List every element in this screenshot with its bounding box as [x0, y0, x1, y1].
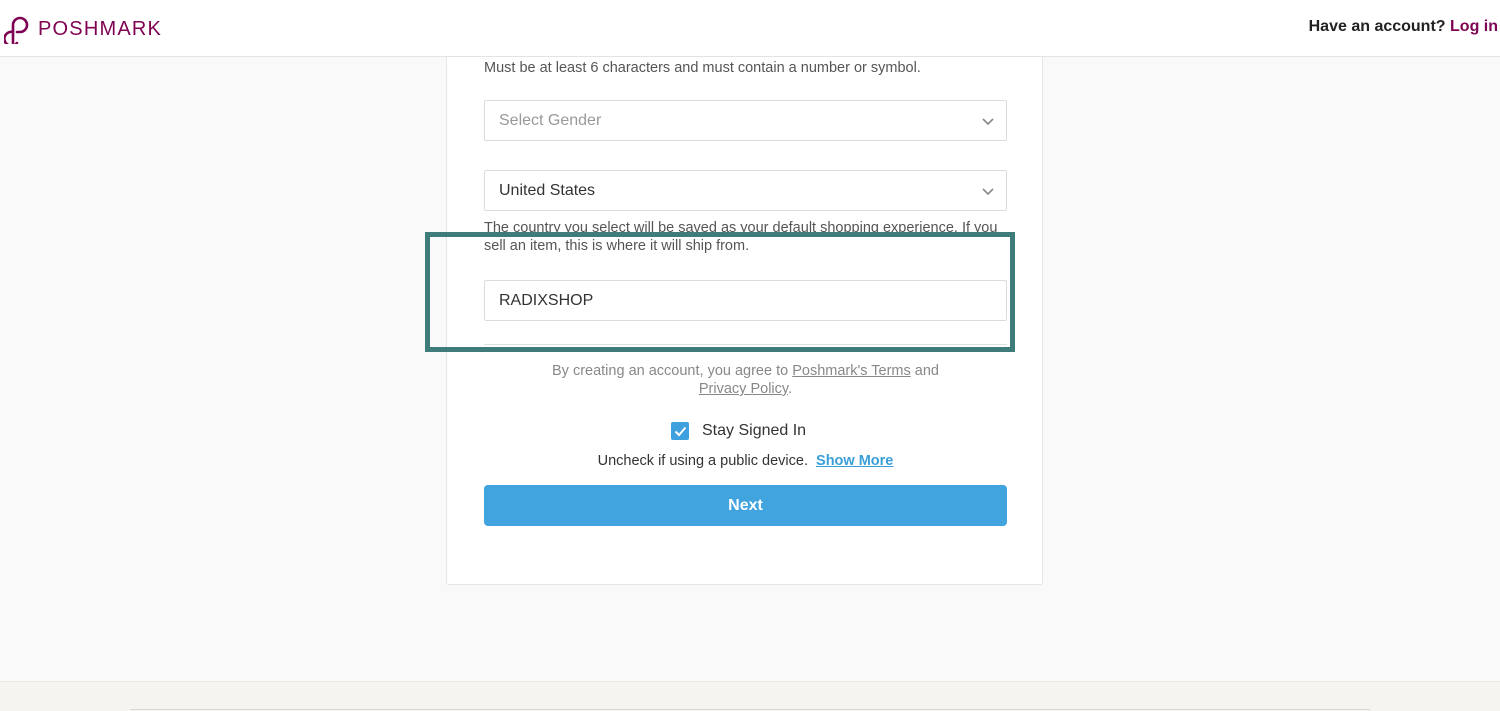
poshmark-logo-icon — [4, 16, 29, 44]
account-prompt-text: Have an account? — [1308, 18, 1446, 35]
country-value: United States — [499, 181, 596, 199]
brand-name: POSHMARK — [38, 17, 163, 40]
chevron-down-icon — [982, 118, 994, 126]
gender-select[interactable]: Select Gender — [484, 100, 1007, 141]
stay-signed-in-label: Stay Signed In — [702, 422, 807, 439]
country-select[interactable]: United States — [484, 170, 1007, 211]
terms-prefix: By creating an account, you agree to — [552, 363, 789, 379]
signup-form-card: Must be at least 6 characters and must c… — [446, 57, 1043, 585]
next-button[interactable]: Next — [484, 485, 1007, 526]
footer — [0, 681, 1500, 711]
username-value: RADIXSHOP — [499, 291, 594, 309]
terms-text: By creating an account, you agree to Pos… — [484, 362, 1007, 398]
public-device-note: Uncheck if using a public device. Show M… — [484, 453, 1007, 469]
field-divider — [484, 344, 1007, 345]
check-icon — [674, 426, 686, 436]
gender-placeholder: Select Gender — [499, 111, 602, 129]
show-more-link[interactable]: Show More — [816, 453, 893, 469]
terms-link[interactable]: Poshmark's Terms — [792, 363, 911, 379]
footer-divider — [130, 709, 1370, 710]
stay-signed-in-checkbox[interactable] — [671, 422, 689, 440]
password-hint: Must be at least 6 characters and must c… — [484, 60, 921, 76]
privacy-policy-link[interactable]: Privacy Policy — [699, 381, 788, 397]
terms-and: and — [914, 363, 939, 379]
terms-suffix: . — [788, 381, 793, 397]
poshmark-logo[interactable]: POSHMARK — [4, 14, 162, 44]
username-field[interactable]: RADIXSHOP — [484, 280, 1007, 321]
login-link[interactable]: Log in — [1450, 18, 1498, 35]
public-device-text: Uncheck if using a public device. — [597, 453, 808, 469]
top-header: POSHMARK Have an account? Log in — [0, 0, 1500, 57]
country-hint: The country you select will be saved as … — [484, 220, 998, 254]
chevron-down-icon — [982, 188, 994, 196]
stay-signed-in-toggle[interactable]: Stay Signed In — [671, 422, 806, 440]
account-prompt: Have an account? Log in — [1309, 18, 1498, 36]
